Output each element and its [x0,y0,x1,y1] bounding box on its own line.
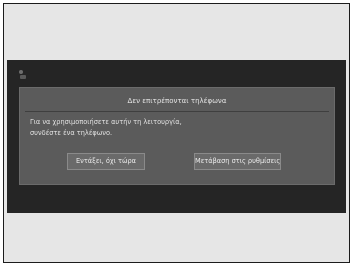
dialog-message: Για να χρησιμοποιήσετε αυτήν τη λειτουργ… [30,118,182,137]
notification-icon [19,70,26,79]
connect-phone-dialog: Δεν επιτρέπονται τηλέφωνα Για να χρησιμο… [19,87,335,185]
dialog-title: Δεν επιτρέπονται τηλέφωνα [127,97,227,105]
ok-not-now-button[interactable]: Εντάξει, όχι τώρα [67,153,145,170]
title-divider [25,111,329,112]
display-screen: Δεν επιτρέπονται τηλέφωνα Για να χρησιμο… [7,60,346,213]
go-to-settings-button[interactable]: Μετάβαση στις ρυθμίσεις [194,153,281,170]
screenshot-frame: Δεν επιτρέπονται τηλέφωνα Για να χρησιμο… [3,3,350,263]
